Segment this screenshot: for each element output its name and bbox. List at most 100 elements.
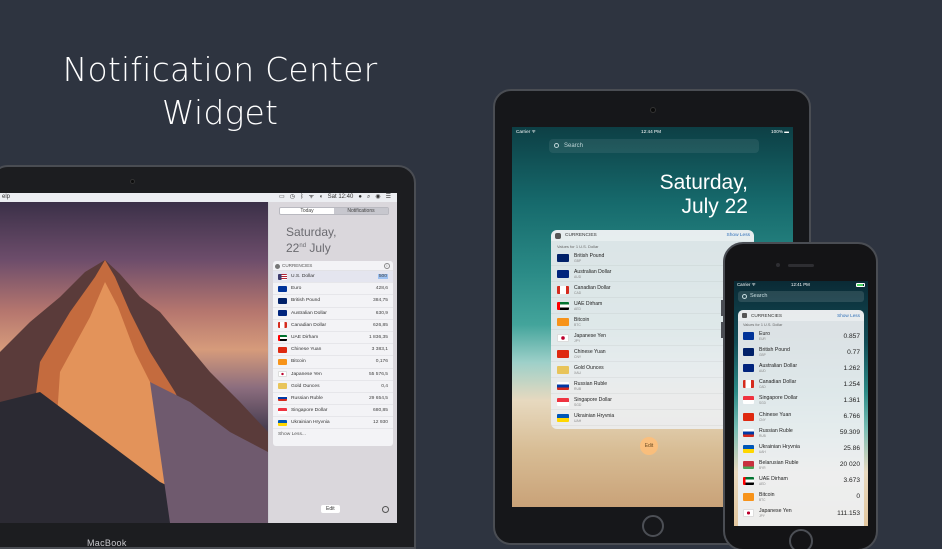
airplay-icon[interactable]: ▭ [279, 193, 285, 202]
currency-code: UAH [574, 418, 582, 423]
ca-flag-icon [743, 380, 754, 389]
spotlight-icon[interactable]: ⌕ [367, 193, 370, 202]
currency-name: Canadian Dollar [291, 322, 327, 328]
search-input[interactable]: Search [549, 139, 759, 153]
show-less-link[interactable]: Show Less... [273, 429, 393, 440]
mountain-image [0, 260, 268, 523]
currency-code: CNY [574, 354, 582, 359]
home-button[interactable] [789, 529, 813, 549]
search-placeholder: Search [750, 293, 768, 299]
currency-label: Chinese Yuan CNY [574, 349, 606, 359]
notification-center-panel: Today Notifications Saturday, 22nd July … [268, 202, 397, 523]
currency-value: 680,85 [373, 408, 388, 414]
currency-row[interactable]: U.S. Dollar 500 [273, 271, 393, 284]
currency-code: SGD [759, 401, 766, 406]
currency-code: AUD [574, 274, 582, 279]
currency-row[interactable]: Euro EUR 0.857 [738, 328, 864, 344]
currency-list: U.S. Dollar 500 Euro 428,6 British Pound 384,… [273, 271, 393, 430]
edit-button[interactable]: Edit [640, 437, 658, 455]
menubar-help-menu[interactable]: elp [2, 193, 10, 202]
macbook-label: MacBook [87, 538, 127, 548]
currency-row[interactable]: Australian Dollar AUD 1.262 [738, 360, 864, 376]
currency-label: Ukrainian Hryvnia UAH [574, 413, 614, 423]
currency-row[interactable]: Ukrainian Hryvnia 12 930 [273, 417, 393, 430]
currency-row[interactable]: Belarusian Ruble BYR 20 020 [738, 457, 864, 473]
currency-row[interactable]: Bitcoin BTC 0 [738, 489, 864, 505]
status-time: 12:44 PM [641, 129, 662, 134]
currency-row[interactable]: Russian Ruble RUB 59.309 [738, 425, 864, 441]
currency-row[interactable]: UAE Dirham 1 836,35 [273, 332, 393, 345]
info-icon[interactable]: i [384, 263, 390, 269]
us-flag-icon [278, 273, 287, 280]
currency-value: 0,4 [381, 383, 388, 389]
eu-flag-icon [278, 285, 287, 292]
currency-row[interactable]: Gold Ounces 0,4 [273, 381, 393, 393]
btc-flag-icon [557, 317, 569, 326]
currency-name: Ukrainian Hryvnia [291, 420, 330, 426]
currency-value: 384,75 [373, 298, 388, 304]
currency-row[interactable]: Canadian Dollar CAD 1.254 [738, 376, 864, 392]
currency-row[interactable]: Ukrainian Hryvnia UAH 25.86 [738, 441, 864, 457]
currency-row[interactable]: Chinese Yuan CNY 6.766 [738, 408, 864, 424]
tab-notifications[interactable]: Notifications [334, 208, 388, 214]
currency-value: 626,85 [373, 322, 388, 328]
currency-label: Russian Ruble RUB [759, 428, 840, 438]
search-icon [554, 143, 559, 148]
mac-menubar: elp ▭ ◷ ᛒ ᯤ ◖ Sat 12:40 ● ⌕ ◉ ☰ [0, 193, 397, 202]
currency-value: 55 576,5 [368, 371, 388, 377]
bluetooth-icon[interactable]: ᛒ [300, 193, 304, 202]
currency-row[interactable]: UAE Dirham AED 3.673 [738, 473, 864, 489]
edit-button[interactable]: Edit [321, 505, 340, 513]
volume-icon[interactable]: ◖ [319, 193, 323, 202]
currency-name: British Pound [291, 298, 321, 304]
currency-row[interactable]: Chinese Yuan 3 383,1 [273, 344, 393, 357]
user-icon[interactable]: ● [358, 193, 362, 202]
currency-row[interactable]: Japanese Yen JPY 111.153 [738, 505, 864, 521]
currency-row[interactable]: British Pound 384,75 [273, 295, 393, 308]
currency-name: Ukrainian Hryvnia [759, 443, 800, 450]
currency-row[interactable]: Bitcoin 0,176 [273, 356, 393, 369]
currency-value: 25.86 [843, 445, 860, 453]
gold-flag-icon [557, 365, 569, 374]
currency-name: Japanese Yen [574, 332, 607, 339]
currency-row[interactable]: Singapore Dollar 680,85 [273, 405, 393, 418]
currency-code: JPY [759, 514, 765, 519]
widget-header: CURRENCIES Show Less [738, 310, 864, 321]
currency-value: 630,9 [375, 310, 388, 316]
wifi-icon[interactable]: ᯤ [309, 193, 314, 202]
currency-row[interactable]: British Pound GBP 0.77 [738, 344, 864, 360]
currency-row[interactable]: Singapore Dollar SGD 1.361 [738, 392, 864, 408]
currency-name: Gold Ounces [574, 364, 604, 371]
currency-name: Belarusian Ruble [759, 459, 799, 466]
currency-name: Chinese Yuan [291, 347, 322, 353]
currency-row[interactable]: Canadian Dollar 626,85 [273, 320, 393, 332]
currency-code: BTC [574, 322, 581, 327]
currency-row[interactable]: Australian Dollar 630,9 [273, 308, 393, 320]
show-less-button[interactable]: Show Less [727, 230, 750, 241]
search-input[interactable]: Search [738, 291, 864, 302]
gear-icon[interactable] [382, 506, 389, 513]
camera-icon [650, 107, 656, 113]
status-time: 12:41 PM [791, 282, 810, 287]
currency-code: CNY [759, 417, 766, 422]
sg-flag-icon [278, 407, 287, 414]
currency-row[interactable]: Euro 428,6 [273, 283, 393, 296]
currency-value: 1.262 [843, 364, 860, 372]
siri-icon[interactable]: ◉ [375, 193, 380, 202]
currency-name: Chinese Yuan [574, 348, 606, 355]
currency-row[interactable]: Russian Ruble 29 654,5 [273, 393, 393, 406]
notification-center-icon[interactable]: ☰ [386, 193, 391, 202]
home-button[interactable] [642, 515, 664, 537]
tab-today[interactable]: Today [280, 208, 334, 214]
widget-subtitle: Values for 1 U.S. Dollar [557, 244, 599, 249]
currencies-app-icon [275, 264, 280, 269]
speaker-grille [788, 264, 814, 267]
menubar-clock[interactable]: Sat 12:40 [328, 193, 354, 202]
currency-row[interactable]: Japanese Yen 55 576,5 [273, 369, 393, 381]
widget-header: CURRENCIES Show Less [551, 230, 754, 241]
currency-list: Euro EUR 0.857 British Pound GBP 0.77 Australi… [738, 328, 864, 521]
show-less-button[interactable]: Show Less [837, 310, 860, 321]
time-machine-icon[interactable]: ◷ [290, 193, 295, 202]
currency-value[interactable]: 500 [377, 274, 388, 280]
widget-title: CURRENCIES [751, 313, 782, 318]
